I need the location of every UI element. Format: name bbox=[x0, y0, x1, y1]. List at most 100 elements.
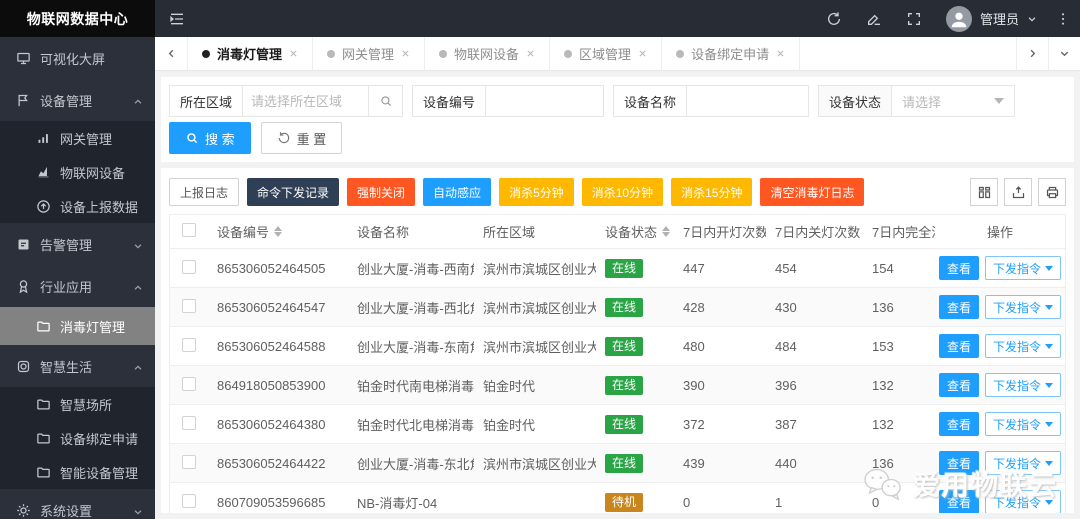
table-header-row: 设备编号 设备名称 所在区域 设备状态 7日内开灯次数 7日内关灯次数 7日内完… bbox=[170, 215, 1065, 249]
reset-button[interactable]: 重 置 bbox=[260, 122, 343, 154]
close-icon[interactable] bbox=[289, 49, 298, 58]
auto-sense-button[interactable]: 自动感应 bbox=[423, 178, 492, 206]
sidebar-item-disinfection-lamp-mgmt[interactable]: 消毒灯管理 bbox=[0, 307, 155, 345]
view-button[interactable]: 查看 bbox=[938, 490, 979, 513]
row-checkbox[interactable] bbox=[182, 415, 196, 430]
select-all-checkbox[interactable] bbox=[182, 223, 196, 237]
more-vertical-icon[interactable] bbox=[1061, 11, 1066, 27]
export-icon[interactable] bbox=[1004, 178, 1032, 206]
send-command-button[interactable]: 下发指令 bbox=[985, 256, 1062, 280]
cell-on7: 390 bbox=[674, 365, 766, 405]
disinfect-5min-button[interactable]: 消杀5分钟 bbox=[499, 178, 574, 206]
sidebar-item-industry-apps[interactable]: 行业应用 bbox=[0, 265, 155, 307]
sidebar-item-smart-life[interactable]: 智慧生活 bbox=[0, 345, 155, 387]
sidebar-item-iot-devices[interactable]: 物联网设备 bbox=[0, 155, 155, 189]
cell-device-name: 铂金时代南电梯消毒灯 bbox=[348, 365, 474, 405]
cell-off7: 387 bbox=[766, 404, 863, 444]
gear-icon bbox=[16, 503, 31, 518]
close-icon[interactable] bbox=[638, 49, 647, 58]
force-close-button[interactable]: 强制关闭 bbox=[347, 178, 416, 206]
table-row: 865306052464547 创业大厦-消毒-西北角 滨州市滨城区创业大厦 在… bbox=[170, 287, 1065, 327]
row-checkbox[interactable] bbox=[182, 376, 196, 391]
report-log-button[interactable]: 上报日志 bbox=[169, 178, 240, 206]
view-button[interactable]: 查看 bbox=[938, 334, 979, 358]
tab-dot-icon bbox=[676, 49, 685, 58]
command-record-button[interactable]: 命令下发记录 bbox=[247, 178, 340, 206]
cell-region: 滨州市滨城区创业大厦 bbox=[474, 326, 596, 366]
columns-filter-icon[interactable] bbox=[970, 178, 998, 206]
sidebar-item-device-binding-request[interactable]: 设备绑定申请 bbox=[0, 421, 155, 455]
tab-disinfection-lamp-mgmt[interactable]: 消毒灯管理 bbox=[187, 37, 314, 70]
device-name-input[interactable] bbox=[686, 86, 809, 116]
column-header-status[interactable]: 设备状态 bbox=[605, 222, 671, 241]
disinfect-15min-button[interactable]: 消杀15分钟 bbox=[671, 178, 753, 206]
send-command-button[interactable]: 下发指令 bbox=[985, 412, 1062, 436]
sidebar-item-device-mgmt[interactable]: 设备管理 bbox=[0, 79, 155, 121]
row-checkbox[interactable] bbox=[182, 493, 196, 508]
collapse-sidebar-icon[interactable] bbox=[169, 11, 185, 27]
tab-device-binding-request[interactable]: 设备绑定申请 bbox=[662, 37, 801, 70]
clear-log-button[interactable]: 清空消毒灯日志 bbox=[760, 178, 865, 206]
close-icon[interactable] bbox=[526, 49, 535, 58]
cell-off7: 1 bbox=[766, 482, 863, 513]
user-menu[interactable]: 管理员 bbox=[945, 5, 1037, 32]
tab-iot-devices[interactable]: 物联网设备 bbox=[425, 37, 551, 70]
cell-device-name: 创业大厦-消毒-东南角 bbox=[348, 326, 474, 366]
cell-full7: 0 bbox=[863, 482, 935, 513]
eraser-icon[interactable] bbox=[866, 11, 882, 27]
cell-full7: 154 bbox=[863, 248, 935, 288]
refresh-icon[interactable] bbox=[826, 11, 842, 27]
cell-region: 滨州市滨城区创业大厦 bbox=[474, 443, 596, 483]
search-button[interactable]: 搜 索 bbox=[169, 122, 251, 154]
cell-device-name: 创业大厦-消毒-东北角 bbox=[348, 443, 474, 483]
cell-full7: 136 bbox=[863, 443, 935, 483]
view-button[interactable]: 查看 bbox=[938, 412, 979, 436]
row-checkbox[interactable] bbox=[182, 298, 196, 313]
cell-device-name: 创业大厦-消毒-西北角 bbox=[348, 287, 474, 327]
row-checkbox[interactable] bbox=[182, 259, 196, 274]
search-icon[interactable] bbox=[368, 86, 402, 116]
table-card: 上报日志 命令下发记录 强制关闭 自动感应 消杀5分钟 消杀10分钟 消杀15分… bbox=[161, 168, 1074, 513]
region-input[interactable] bbox=[242, 86, 369, 116]
tab-region-mgmt[interactable]: 区域管理 bbox=[550, 37, 663, 70]
sidebar-item-smart-places[interactable]: 智慧场所 bbox=[0, 387, 155, 421]
sidebar-item-smart-device-mgmt[interactable]: 智能设备管理 bbox=[0, 455, 155, 489]
row-checkbox[interactable] bbox=[182, 454, 196, 469]
tab-gateway-mgmt[interactable]: 网关管理 bbox=[313, 37, 426, 70]
send-command-button[interactable]: 下发指令 bbox=[985, 451, 1062, 475]
reset-icon bbox=[277, 131, 291, 145]
send-command-button[interactable]: 下发指令 bbox=[985, 295, 1062, 319]
close-icon[interactable] bbox=[776, 49, 785, 58]
tab-scroll-left-icon[interactable] bbox=[155, 37, 187, 70]
column-header-device-no[interactable]: 设备编号 bbox=[217, 222, 283, 241]
disinfect-10min-button[interactable]: 消杀10分钟 bbox=[581, 178, 664, 206]
fullscreen-icon[interactable] bbox=[906, 11, 922, 27]
device-status-select[interactable]: 请选择 bbox=[892, 86, 1014, 116]
row-checkbox[interactable] bbox=[182, 337, 196, 352]
sidebar-item-visual-screen[interactable]: 可视化大屏 bbox=[0, 37, 155, 79]
sidebar-item-gateway-mgmt[interactable]: 网关管理 bbox=[0, 121, 155, 155]
view-button[interactable]: 查看 bbox=[938, 256, 979, 280]
cell-device-name: 创业大厦-消毒-西南角 bbox=[348, 248, 474, 288]
view-button[interactable]: 查看 bbox=[938, 295, 979, 319]
tab-options-dropdown-icon[interactable] bbox=[1048, 37, 1080, 70]
cell-device-no: 865306052464588 bbox=[208, 326, 348, 366]
sidebar-item-system-settings[interactable]: 系统设置 bbox=[0, 489, 155, 519]
sidebar-item-label: 智能设备管理 bbox=[60, 465, 139, 481]
send-command-button[interactable]: 下发指令 bbox=[985, 490, 1062, 513]
close-icon[interactable] bbox=[401, 49, 410, 58]
send-command-button[interactable]: 下发指令 bbox=[985, 334, 1062, 358]
send-command-button[interactable]: 下发指令 bbox=[985, 373, 1062, 397]
flag-icon bbox=[16, 93, 31, 108]
caret-down-icon bbox=[1045, 304, 1054, 310]
print-icon[interactable] bbox=[1038, 178, 1066, 206]
sidebar-item-alarm-mgmt[interactable]: 告警管理 bbox=[0, 223, 155, 265]
signal-bars-icon bbox=[36, 131, 51, 146]
device-no-input[interactable] bbox=[485, 86, 604, 116]
tab-scroll-right-icon[interactable] bbox=[1016, 37, 1048, 70]
search-button-label: 搜 索 bbox=[205, 131, 235, 147]
view-button[interactable]: 查看 bbox=[938, 373, 979, 397]
main-area: 管理员 消毒灯管理 网关管理 物联网设备 区域管理 设备绑定申请 所在区域 请选… bbox=[155, 0, 1080, 519]
sidebar-item-device-report-data[interactable]: 设备上报数据 bbox=[0, 189, 155, 223]
view-button[interactable]: 查看 bbox=[938, 451, 979, 475]
